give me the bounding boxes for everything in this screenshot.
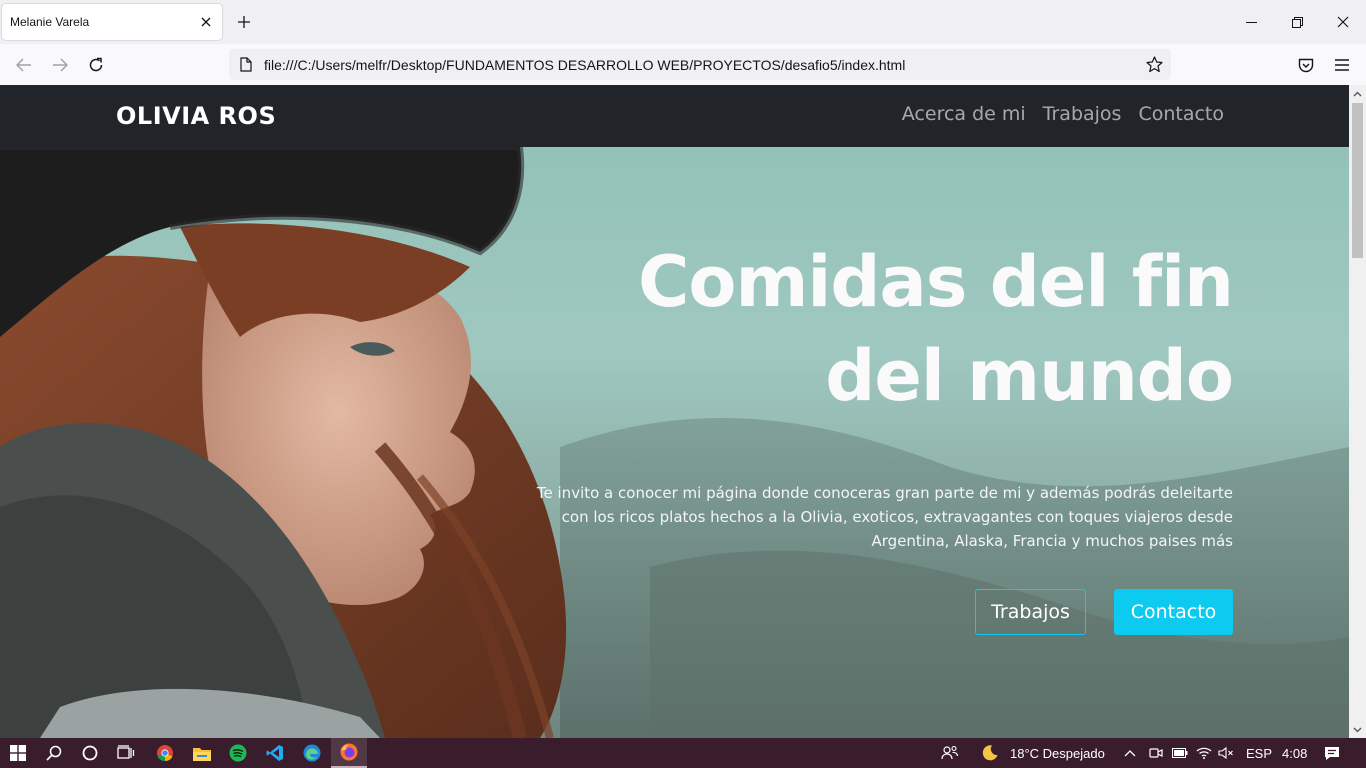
menu-icon[interactable] bbox=[1329, 52, 1355, 78]
scroll-down-icon[interactable] bbox=[1349, 721, 1366, 738]
windows-taskbar: 18°C Despejado ESP 4:08 bbox=[0, 738, 1366, 768]
weather-text[interactable]: 18°C Despejado bbox=[1010, 738, 1105, 768]
pocket-icon[interactable] bbox=[1293, 52, 1319, 78]
volume-muted-icon[interactable] bbox=[1208, 738, 1244, 768]
spotify-icon[interactable] bbox=[220, 738, 256, 768]
hero-title-line1: Comidas del fin bbox=[637, 241, 1234, 323]
forward-arrow-icon[interactable] bbox=[47, 52, 73, 78]
hero-title-line2: del mundo bbox=[825, 335, 1234, 417]
language-indicator[interactable]: ESP bbox=[1246, 738, 1272, 768]
hero-section: Comidas del fin del mundo Te invito a co… bbox=[0, 147, 1349, 738]
page-icon bbox=[238, 57, 254, 73]
browser-tab[interactable]: Melanie Varela bbox=[2, 4, 222, 40]
url-text: file:///C:/Users/melfr/Desktop/FUNDAMENT… bbox=[264, 56, 906, 73]
site-nav-links: Acerca de mi Trabajos Contacto bbox=[902, 103, 1224, 125]
new-tab-icon[interactable] bbox=[232, 10, 256, 34]
page-viewport: OLIVIA ROS Acerca de mi Trabajos Contact… bbox=[0, 85, 1349, 738]
address-bar[interactable]: file:///C:/Users/melfr/Desktop/FUNDAMENT… bbox=[229, 49, 1171, 80]
people-icon[interactable] bbox=[932, 738, 968, 768]
page-scrollbar[interactable] bbox=[1349, 85, 1366, 738]
restore-icon[interactable] bbox=[1274, 0, 1320, 44]
tab-bar: Melanie Varela bbox=[0, 0, 1366, 44]
clock-time[interactable]: 4:08 bbox=[1282, 738, 1307, 768]
chrome-icon[interactable] bbox=[147, 738, 183, 768]
site-brand[interactable]: OLIVIA ROS bbox=[116, 102, 276, 130]
hero-content: Comidas del fin del mundo Te invito a co… bbox=[513, 235, 1234, 553]
tab-title: Melanie Varela bbox=[10, 15, 90, 29]
nav-link-contact[interactable]: Contacto bbox=[1138, 103, 1224, 125]
task-view-icon[interactable] bbox=[108, 738, 144, 768]
vscode-icon[interactable] bbox=[257, 738, 293, 768]
nav-link-about[interactable]: Acerca de mi bbox=[902, 103, 1026, 125]
scroll-up-icon[interactable] bbox=[1349, 85, 1366, 102]
site-navbar: OLIVIA ROS Acerca de mi Trabajos Contact… bbox=[0, 85, 1349, 147]
search-icon[interactable] bbox=[36, 738, 72, 768]
browser-toolbar: file:///C:/Users/melfr/Desktop/FUNDAMENT… bbox=[0, 44, 1366, 86]
minimize-icon[interactable] bbox=[1228, 0, 1274, 44]
bookmark-star-icon[interactable] bbox=[1141, 52, 1167, 78]
hero-title: Comidas del fin del mundo bbox=[513, 235, 1234, 423]
works-button[interactable]: Trabajos bbox=[975, 589, 1086, 635]
hero-buttons: Trabajos Contacto bbox=[975, 589, 1233, 635]
moon-weather-icon[interactable] bbox=[972, 738, 1008, 768]
notifications-icon[interactable] bbox=[1314, 738, 1350, 768]
close-tab-icon[interactable] bbox=[194, 10, 218, 34]
scrollbar-thumb[interactable] bbox=[1352, 103, 1363, 258]
close-window-icon[interactable] bbox=[1320, 0, 1366, 44]
back-arrow-icon[interactable] bbox=[11, 52, 37, 78]
file-explorer-icon[interactable] bbox=[184, 738, 220, 768]
hero-description: Te invito a conocer mi página donde cono… bbox=[536, 484, 1233, 550]
reload-icon[interactable] bbox=[83, 52, 109, 78]
firefox-icon[interactable] bbox=[331, 738, 367, 768]
windows-start-icon[interactable] bbox=[0, 738, 36, 768]
cortana-icon[interactable] bbox=[72, 738, 108, 768]
nav-link-works[interactable]: Trabajos bbox=[1043, 103, 1122, 125]
contact-button[interactable]: Contacto bbox=[1114, 589, 1233, 635]
edge-icon[interactable] bbox=[294, 738, 330, 768]
